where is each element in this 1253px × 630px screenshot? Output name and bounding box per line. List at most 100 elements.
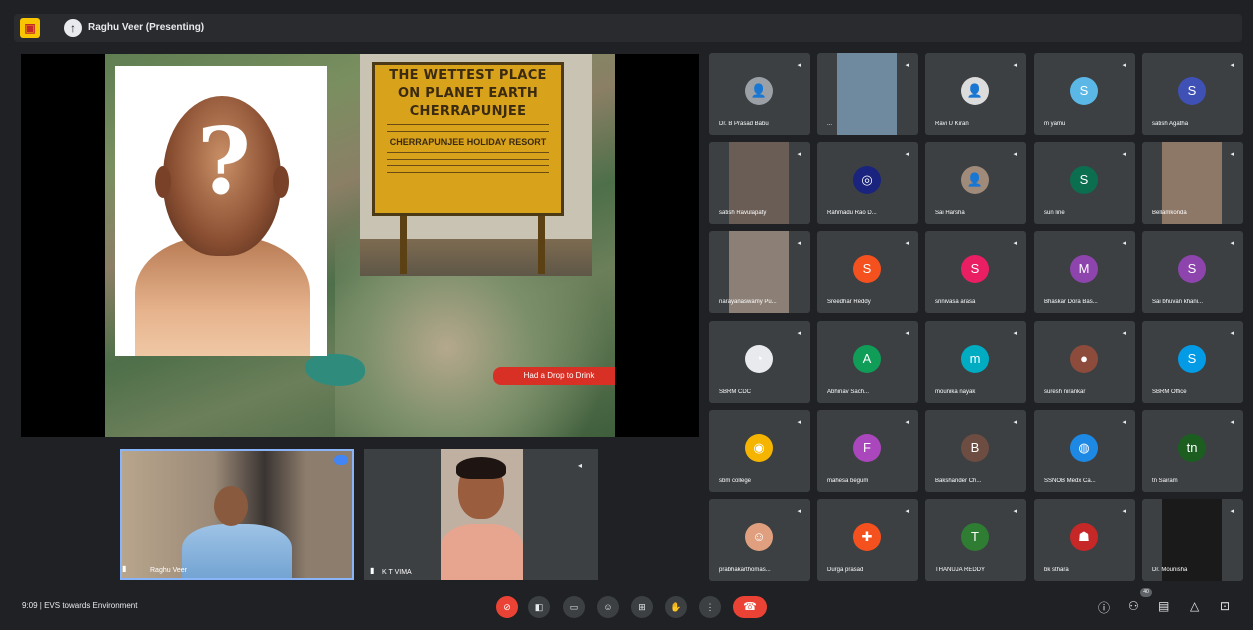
mic-muted-icon: ◂	[1013, 508, 1017, 515]
participant-tile[interactable]: ◂ satish Ravulapaty	[709, 142, 810, 224]
participant-video-tile[interactable]: ◂ ▮ K T VIMA	[364, 449, 598, 580]
participant-name: suresh nirankar	[1044, 389, 1086, 395]
captions-button[interactable]: ▭	[563, 596, 585, 618]
present-button[interactable]: ⊞	[631, 596, 653, 618]
participant-name: SSNOB Medx Ca...	[1044, 478, 1096, 484]
slide-caption-button: Had a Drop to Drink	[493, 367, 615, 385]
participant-tile[interactable]: S ◂ srinivasa arasa	[925, 231, 1026, 313]
chat-icon[interactable]: ▤	[1158, 599, 1169, 613]
participant-name: SBRM Office	[1152, 389, 1187, 395]
mic-icon: ▮	[370, 566, 375, 575]
activities-icon[interactable]: △	[1190, 599, 1199, 613]
mic-muted-icon: ◂	[905, 508, 909, 515]
participant-name: Bakshander Ch...	[935, 478, 982, 484]
mic-muted-icon: ◂	[1122, 330, 1126, 337]
participant-tile[interactable]: A ◂ Abhinav Sach...	[817, 321, 918, 403]
participant-name: bk sthara	[1044, 567, 1069, 573]
participant-tile[interactable]: ◂ Bellamkonda	[1142, 142, 1243, 224]
participant-avatar: S	[853, 255, 881, 283]
participant-tile[interactable]: ◎ ◂ Rahmadu Rao D...	[817, 142, 918, 224]
participant-tile[interactable]: tn ◂ tn Sairam	[1142, 410, 1243, 492]
participant-tile[interactable]: ◂ Dr. Mounisha	[1142, 499, 1243, 581]
participant-tile[interactable]: 👤 ◂ Dr. B Prasad Babu	[709, 53, 810, 135]
participant-tile[interactable]: ☗ ◂ bk sthara	[1034, 499, 1135, 581]
participant-name: narayanaswamy Pu...	[719, 299, 777, 305]
info-icon[interactable]: ⓘ	[1098, 599, 1110, 616]
participant-tile[interactable]: B ◂ Bakshander Ch...	[925, 410, 1026, 492]
mic-muted-icon: ◂	[1013, 151, 1017, 158]
participant-tile[interactable]: S ◂ SBRM Office	[1142, 321, 1243, 403]
participant-name: SBRM CDC	[719, 389, 752, 395]
participant-tile[interactable]: T ◂ THANUJA REDDY	[925, 499, 1026, 581]
mic-muted-icon: ◂	[1122, 419, 1126, 426]
participant-name: tn Sairam	[1152, 478, 1178, 484]
head-image: ?	[115, 66, 327, 356]
mic-muted-icon: ◂	[1230, 62, 1234, 69]
more-options-button[interactable]: ⋮	[699, 596, 721, 618]
presentation-slide: ? THE WETTEST PLACE ON PLANET EARTH CHER…	[105, 54, 615, 437]
participant-tile[interactable]: ☺ ◂ prabhakarthomas...	[709, 499, 810, 581]
participant-name: srinivasa arasa	[935, 299, 976, 305]
sign-post-right	[538, 214, 545, 274]
participant-avatar: 👤	[745, 77, 773, 105]
participant-tile[interactable]: S ◂ Sai bhuvan khani...	[1142, 231, 1243, 313]
participant-tile[interactable]: 👤 ◂ Ravi U Kiran	[925, 53, 1026, 135]
participant-avatar: S	[1070, 77, 1098, 105]
question-mark-icon: ?	[197, 107, 251, 215]
participant-avatar: S	[1178, 255, 1206, 283]
sign-line-3: CHERRAPUNJEE	[409, 104, 527, 119]
participant-name: Ravi U Kiran	[935, 121, 969, 127]
sign-divider	[387, 152, 549, 160]
lock-icon[interactable]: ⊡	[1220, 599, 1230, 613]
participant-name: sun line	[1044, 210, 1065, 216]
meeting-info: 9:09 | EVS towards Environment	[22, 601, 138, 610]
participant-tile[interactable]: ◉ ◂ sbm college	[709, 410, 810, 492]
participant-name: Durga prasad	[827, 567, 864, 573]
mic-toggle-button[interactable]: ⊘	[496, 596, 518, 618]
participant-tile[interactable]: ✚ ◂ Durga prasad	[817, 499, 918, 581]
end-call-button[interactable]: ☎	[733, 596, 767, 618]
participant-name: satish Ravulapaty	[719, 210, 767, 216]
sign-board: THE WETTEST PLACE ON PLANET EARTH CHERRA…	[372, 62, 564, 216]
participant-name: prabhakarthomas...	[719, 567, 771, 573]
participant-avatar: F	[853, 434, 881, 462]
participant-tile[interactable]: S ◂ satish Agatha	[1142, 53, 1243, 135]
call-controls-bar: 9:09 | EVS towards Environment ⊘ ◧ ▭ ☺ ⊞…	[0, 585, 1253, 630]
participant-name: Rahmadu Rao D...	[827, 210, 877, 216]
participant-tile[interactable]: m ◂ mounika nayak	[925, 321, 1026, 403]
participant-avatar: S	[1070, 166, 1098, 194]
participant-tile[interactable]: ◔ ◂ SBRM CDC	[709, 321, 810, 403]
participant-tile[interactable]: F ◂ mahesa begum	[817, 410, 918, 492]
person-hair	[456, 457, 506, 479]
participant-name: Dr. B Prasad Babu	[719, 121, 769, 127]
participant-tile[interactable]: ● ◂ suresh nirankar	[1034, 321, 1135, 403]
emoji-button[interactable]: ☺	[597, 596, 619, 618]
participant-tile[interactable]: S ◂ Sreedhar Reddy	[817, 231, 918, 313]
participant-avatar: S	[961, 255, 989, 283]
mic-icon: ▮	[122, 564, 127, 573]
shared-screen[interactable]: ? THE WETTEST PLACE ON PLANET EARTH CHER…	[21, 54, 699, 437]
participant-tile[interactable]: S ◂ m yamu	[1034, 53, 1135, 135]
self-video-tile[interactable]: ▮ Raghu Veer	[120, 449, 354, 580]
mic-muted-icon: ◂	[577, 461, 582, 470]
participant-avatar: m	[961, 345, 989, 373]
presentation-bar: ▣ ↑ Raghu Veer (Presenting)	[14, 14, 1242, 42]
meet-logo: ▣	[20, 18, 40, 38]
camera-toggle-button[interactable]: ◧	[528, 596, 550, 618]
participant-avatar: S	[1178, 345, 1206, 373]
participant-tile[interactable]: S ◂ sun line	[1034, 142, 1135, 224]
participant-avatar: ◍	[1070, 434, 1098, 462]
participant-name: Raghu Veer	[150, 567, 187, 574]
raise-hand-button[interactable]: ✋	[665, 596, 687, 618]
participant-tile[interactable]: ◂...	[817, 53, 918, 135]
people-icon[interactable]: ⚇	[1128, 599, 1139, 613]
sign-line-2: ON PLANET EARTH	[397, 86, 539, 101]
participant-tile[interactable]: 👤 ◂ Sai Harsha	[925, 142, 1026, 224]
participant-tile[interactable]: M ◂ Bhaskar Dora Bas...	[1034, 231, 1135, 313]
person-body	[182, 524, 292, 578]
sign-line-1: THE WETTEST PLACE	[389, 68, 547, 83]
participant-avatar: ☗	[1070, 523, 1098, 551]
participant-tile[interactable]: ◍ ◂ SSNOB Medx Ca...	[1034, 410, 1135, 492]
mic-muted-icon: ◂	[797, 62, 801, 69]
participant-tile[interactable]: ◂ narayanaswamy Pu...	[709, 231, 810, 313]
